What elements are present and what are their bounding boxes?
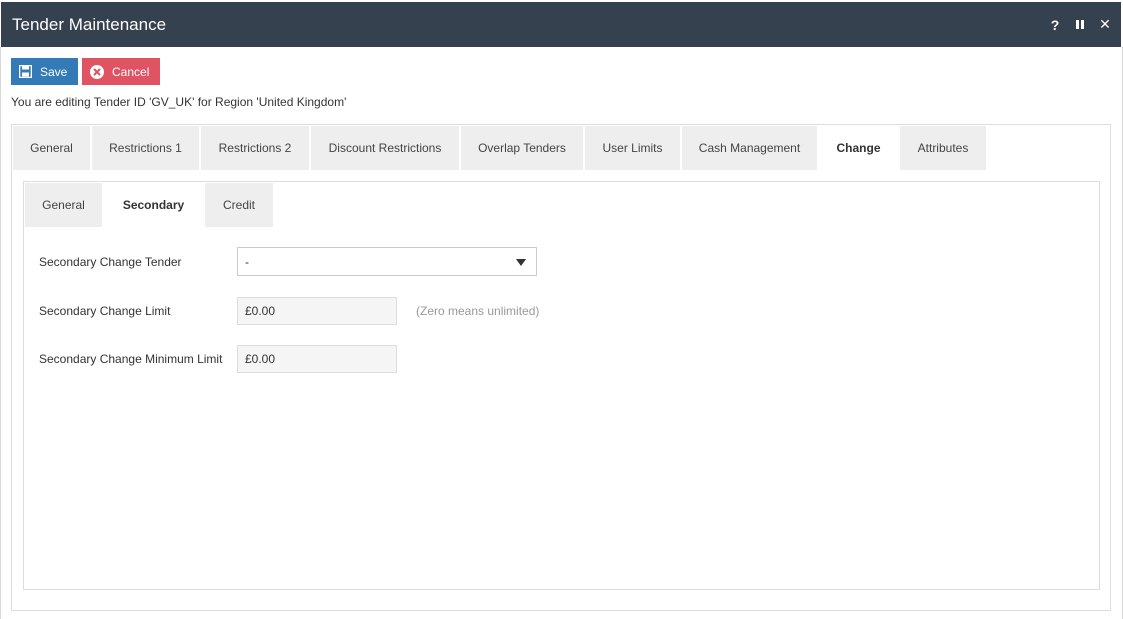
- window-controls: ? ✕: [1036, 2, 1111, 47]
- secondary-change-tender-value: -: [245, 254, 249, 269]
- pause-icon[interactable]: [1074, 20, 1086, 29]
- save-button[interactable]: Save: [11, 58, 78, 85]
- secondary-change-tender-label: Secondary Change Tender: [39, 254, 182, 269]
- secondary-change-limit-input[interactable]: £0.00: [237, 297, 397, 325]
- subtab-general[interactable]: General: [25, 183, 102, 227]
- tab-change[interactable]: Change: [819, 126, 898, 170]
- toolbar: Save Cancel: [11, 58, 160, 85]
- cancel-circle-icon: [90, 64, 104, 79]
- tab-cash-management[interactable]: Cash Management: [682, 126, 817, 170]
- tab-restrictions-1[interactable]: Restrictions 1: [92, 126, 199, 170]
- zero-unlimited-hint: (Zero means unlimited): [416, 304, 540, 318]
- secondary-change-minimum-limit-row: Secondary Change Minimum Limit £0.00: [39, 345, 397, 373]
- secondary-change-minimum-limit-label: Secondary Change Minimum Limit: [39, 352, 223, 366]
- floppy-disk-icon: [19, 65, 32, 78]
- main-tabs: General Restrictions 1 Restrictions 2 Di…: [13, 126, 986, 170]
- subtab-credit[interactable]: Credit: [205, 183, 273, 227]
- tab-overlap-tenders[interactable]: Overlap Tenders: [461, 126, 583, 170]
- secondary-change-minimum-limit-input[interactable]: £0.00: [237, 345, 397, 373]
- dropdown-caret-icon: [516, 259, 526, 266]
- save-button-label: Save: [40, 64, 68, 79]
- tab-general[interactable]: General: [13, 126, 90, 170]
- window-title: Tender Maintenance: [12, 14, 167, 34]
- tab-user-limits[interactable]: User Limits: [585, 126, 680, 170]
- sub-tabs: General Secondary Credit: [25, 183, 273, 227]
- secondary-change-limit-row: Secondary Change Limit £0.00 (Zero means…: [39, 297, 539, 325]
- secondary-change-tender-row: Secondary Change Tender -: [39, 247, 537, 276]
- tab-restrictions-2[interactable]: Restrictions 2: [201, 126, 309, 170]
- change-subpanel: General Secondary Credit Secondary Chang…: [23, 181, 1100, 590]
- edit-info-text: You are editing Tender ID 'GV_UK' for Re…: [11, 95, 347, 109]
- window-titlebar: Tender Maintenance ? ✕: [1, 2, 1121, 47]
- close-icon[interactable]: ✕: [1099, 16, 1111, 33]
- help-icon[interactable]: ?: [1049, 17, 1061, 33]
- tab-discount-restrictions[interactable]: Discount Restrictions: [311, 126, 459, 170]
- secondary-change-limit-label: Secondary Change Limit: [39, 304, 171, 318]
- cancel-button[interactable]: Cancel: [82, 58, 160, 85]
- tab-attributes[interactable]: Attributes: [900, 126, 986, 170]
- secondary-change-tender-select[interactable]: -: [237, 247, 537, 276]
- tender-panel: General Restrictions 1 Restrictions 2 Di…: [11, 124, 1111, 611]
- cancel-button-label: Cancel: [112, 64, 150, 79]
- subtab-secondary[interactable]: Secondary: [104, 183, 203, 227]
